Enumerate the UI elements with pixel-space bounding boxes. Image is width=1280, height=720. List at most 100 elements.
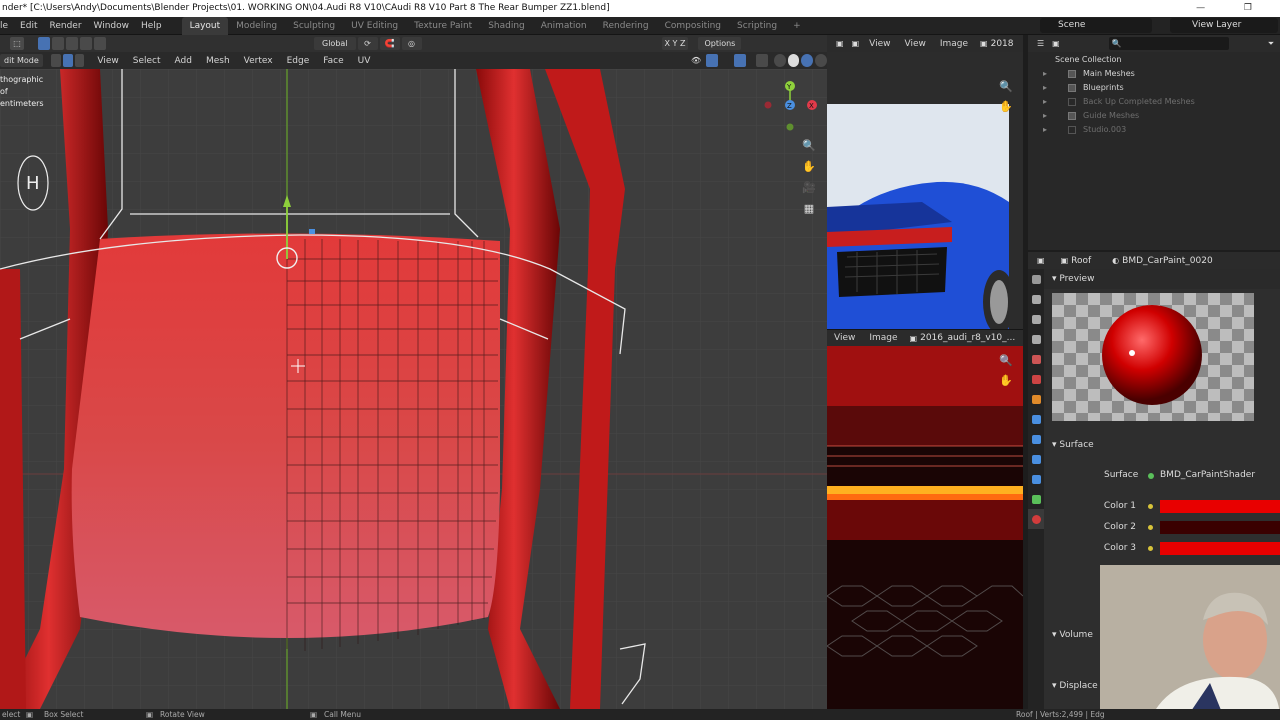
color-2-swatch[interactable] (1160, 521, 1280, 534)
proportional-edit-icon[interactable]: ◎ (401, 37, 422, 50)
3d-viewport[interactable]: Y X Z H thographic of entimeters 🔍 ✋ 🎥 ▦ (0, 69, 827, 709)
outliner-row-main-meshes[interactable]: ▸ Main Meshes (1028, 67, 1280, 81)
mirror-axes[interactable]: X Y Z (661, 37, 689, 50)
ortho-grid-icon[interactable]: ▦ (800, 198, 818, 219)
editor-type-icon[interactable]: ▣ (833, 37, 847, 50)
image-preview-bottom[interactable]: 🔍 ✋ (827, 346, 1023, 709)
zoom-icon[interactable]: 🔍 (800, 135, 818, 156)
image-zoom-icon[interactable]: 🔍 (999, 80, 1013, 93)
outliner-search-field[interactable]: 🔍 (1108, 37, 1229, 50)
expand-arrow-icon[interactable]: ▸ (1043, 81, 1047, 95)
xray-toggle[interactable] (755, 54, 768, 67)
tool-tab-icon[interactable] (1028, 269, 1044, 289)
color-1-swatch[interactable] (1160, 500, 1280, 513)
tab-layout[interactable]: Layout (181, 16, 229, 35)
menu-edit[interactable]: Edit (14, 21, 43, 31)
image-menu-view[interactable]: View (862, 39, 897, 49)
checkbox-icon[interactable] (1068, 112, 1076, 120)
checkbox-icon[interactable] (1068, 98, 1076, 106)
tab-animation[interactable]: Animation (533, 17, 595, 35)
menu-view[interactable]: View (90, 56, 125, 66)
select-mode-new-button[interactable] (38, 37, 50, 50)
data-tab-icon[interactable] (1028, 489, 1044, 509)
select-mode-extend-button[interactable] (52, 37, 64, 50)
outliner-row-blueprints[interactable]: ▸ Blueprints (1028, 81, 1280, 95)
visibility-icon[interactable]: 👁 (688, 54, 704, 67)
tab-sculpting[interactable]: Sculpting (285, 17, 343, 35)
image2-menu-image[interactable]: Image (862, 333, 904, 343)
shading-material[interactable] (801, 54, 814, 67)
image2-pan-icon[interactable]: ✋ (999, 374, 1013, 387)
object-tab-icon[interactable] (1028, 389, 1044, 409)
tab-texture-paint[interactable]: Texture Paint (406, 17, 480, 35)
menu-uv[interactable]: UV (351, 56, 378, 66)
expand-arrow-icon[interactable]: ▸ (1043, 109, 1047, 123)
render-tab-icon[interactable] (1028, 289, 1044, 309)
vertex-select-mode[interactable] (50, 54, 61, 67)
image-preview-top[interactable]: 🔍 ✋ (827, 52, 1023, 329)
menu-window[interactable]: Window (88, 21, 136, 31)
image-browse-icon[interactable]: ▣ (977, 37, 991, 50)
menu-select[interactable]: Select (126, 56, 168, 66)
modifier-tab-icon[interactable] (1028, 409, 1044, 429)
orientation-dropdown[interactable]: Global (314, 37, 356, 50)
outliner-display-icon[interactable]: ▣ (1049, 37, 1063, 50)
constraints-tab-icon[interactable] (1028, 469, 1044, 489)
physics-tab-icon[interactable] (1028, 449, 1044, 469)
tab-scripting[interactable]: Scripting (729, 17, 785, 35)
mode-dropdown[interactable]: dit Mode (0, 54, 43, 67)
particles-tab-icon[interactable] (1028, 429, 1044, 449)
surface-shader-value[interactable]: BMD_CarPaintShader (1160, 470, 1255, 480)
expand-arrow-icon[interactable]: ▸ (1043, 95, 1047, 109)
view-layer-tab-icon[interactable] (1028, 329, 1044, 349)
image-name-bottom[interactable]: 2016_audi_r8_v10_... (920, 333, 1015, 343)
select-mode-invert-button[interactable] (80, 37, 92, 50)
gizmo-z-handle[interactable] (309, 229, 315, 234)
add-workspace-button[interactable]: + (785, 17, 809, 35)
expand-arrow-icon[interactable]: ▸ (1043, 67, 1047, 81)
nav-gizmo-neg-x[interactable] (764, 101, 772, 109)
material-tab-icon[interactable] (1028, 509, 1044, 529)
menu-vertex[interactable]: Vertex (237, 56, 280, 66)
menu-file[interactable]: le (0, 21, 14, 31)
snap-icon[interactable]: 🧲 (379, 37, 400, 50)
camera-icon[interactable]: 🎥 (800, 177, 818, 198)
image-menu-view-2[interactable]: View (897, 39, 932, 49)
menu-face[interactable]: Face (316, 56, 350, 66)
menu-help[interactable]: Help (135, 21, 168, 31)
outliner-filter-icon[interactable]: ⏷ (1265, 37, 1277, 50)
image2-menu-view[interactable]: View (827, 333, 862, 343)
preview-section-header[interactable]: ▾ Preview (1044, 269, 1280, 289)
color-3-swatch[interactable] (1160, 542, 1280, 555)
outliner-row-studio[interactable]: ▸ Studio.003 (1028, 123, 1280, 137)
options-dropdown[interactable]: Options (698, 37, 742, 50)
tool-select-button[interactable]: ⬚ (10, 37, 24, 50)
checkbox-icon[interactable] (1068, 84, 1076, 92)
scene-tab-icon[interactable] (1028, 349, 1044, 369)
surface-section-header[interactable]: ▾ Surface (1052, 435, 1272, 455)
overlay-toggle[interactable] (734, 54, 746, 67)
shading-solid[interactable] (787, 54, 800, 67)
outliner-row-guide-meshes[interactable]: ▸ Guide Meshes (1028, 109, 1280, 123)
menu-mesh[interactable]: Mesh (199, 56, 237, 66)
tab-compositing[interactable]: Compositing (657, 17, 729, 35)
checkbox-icon[interactable] (1068, 70, 1076, 78)
select-mode-subtract-button[interactable] (66, 37, 78, 50)
checkbox-icon[interactable] (1068, 126, 1076, 134)
outliner-row-backup[interactable]: ▸ Back Up Completed Meshes (1028, 95, 1280, 109)
face-select-mode[interactable] (74, 54, 85, 67)
menu-edge[interactable]: Edge (280, 56, 317, 66)
scene-selector[interactable]: Scene (1040, 18, 1152, 33)
scene-collection-row[interactable]: Scene Collection (1028, 53, 1280, 67)
image2-zoom-icon[interactable]: 🔍 (999, 354, 1013, 367)
menu-render[interactable]: Render (43, 21, 87, 31)
image2-browse-icon[interactable]: ▣ (907, 332, 921, 345)
shading-wireframe[interactable] (773, 54, 786, 67)
tab-modeling[interactable]: Modeling (228, 17, 285, 35)
view-toggle-icon[interactable]: ▣ (849, 37, 863, 50)
view-layer-selector[interactable]: View Layer (1170, 18, 1278, 33)
world-tab-icon[interactable] (1028, 369, 1044, 389)
properties-type-icon[interactable]: ▣ (1034, 254, 1048, 267)
menu-add[interactable]: Add (168, 56, 199, 66)
image-menu-image[interactable]: Image (933, 39, 975, 49)
